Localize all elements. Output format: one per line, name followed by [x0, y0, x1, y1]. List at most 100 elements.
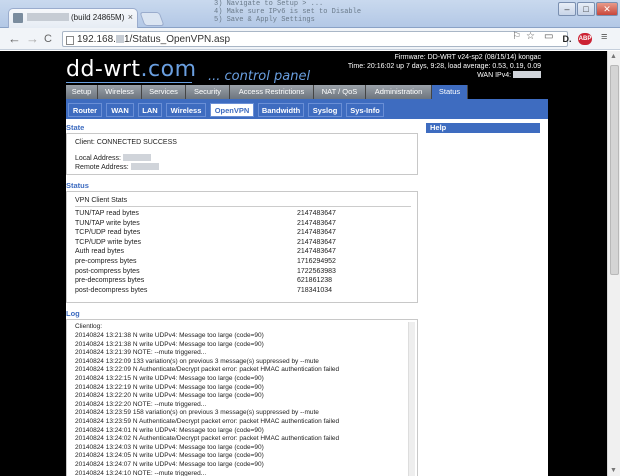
- background-line: 5) Save & Apply Settings: [214, 16, 315, 24]
- log-line: 20140824 13:22:09 133 variation(s) on pr…: [75, 357, 319, 365]
- reload-icon[interactable]: C: [44, 32, 52, 46]
- local-address-label: Local Address:: [75, 155, 121, 162]
- log-line: 20140824 13:24:10 NOTE: --mute triggered…: [75, 469, 207, 476]
- close-window-button[interactable]: ✕: [596, 2, 618, 16]
- stat-value: 1716294952: [297, 258, 336, 265]
- tab-close-icon[interactable]: ×: [128, 12, 133, 22]
- state-fieldset: Client: CONNECTED SUCCESS Local Address:…: [66, 133, 418, 175]
- logo-underline: [66, 82, 192, 83]
- log-line: 20140824 13:24:05 N write UDPv4: Message…: [75, 452, 264, 460]
- stat-value: 2147483647: [297, 219, 336, 227]
- log-line: 20140824 13:22:09 N Authenticate/Decrypt…: [75, 366, 340, 374]
- tab-nat-qos[interactable]: NAT / QoS: [314, 85, 366, 99]
- scroll-down-icon[interactable]: ▼: [610, 467, 617, 474]
- maximize-button[interactable]: □: [577, 2, 595, 16]
- log-line: 20140824 13:24:01 N write UDPv4: Message…: [75, 426, 264, 434]
- log-line: 20140824 13:21:38 N write UDPv4: Message…: [75, 332, 264, 339]
- state-section-title: State: [66, 123, 85, 132]
- wan-ip-text: WAN IPv4:: [348, 71, 541, 80]
- subtab-sysinfo[interactable]: Sys-Info: [346, 103, 384, 117]
- redacted-text: [122, 154, 151, 161]
- stat-value: 718341034: [297, 286, 333, 294]
- subtab-wan[interactable]: WAN: [106, 103, 134, 117]
- stat-label: TCP/UDP read bytes: [75, 229, 141, 237]
- log-line: 20140824 13:24:07 N write UDPv4: Message…: [75, 461, 264, 468]
- page-viewport: dd-wrt.com ... control panel Firmware: D…: [0, 51, 607, 476]
- logo-com: .com: [140, 57, 197, 82]
- log-box[interactable]: Clientlog: 20140824 13:21:38 N write UDP…: [66, 319, 418, 476]
- browser-toolbar: ← → C 192.168. 1/Status_OpenVPN.asp ⚐ ☆ ▭…: [0, 28, 620, 50]
- subtab-lan[interactable]: LAN: [138, 103, 162, 117]
- address-bar[interactable]: 192.168. 1/Status_OpenVPN.asp: [62, 31, 568, 47]
- remote-address: Remote Address:: [75, 163, 159, 171]
- forward-arrow-icon[interactable]: →: [26, 32, 39, 46]
- remote-address-label: Remote Address:: [75, 164, 129, 171]
- log-line: 20140824 13:22:20 N write UDPv4: Message…: [75, 392, 264, 400]
- redacted-text: [27, 13, 69, 21]
- subtab-openvpn[interactable]: OpenVPN: [210, 103, 254, 117]
- stat-label: TUN/TAP read bytes: [75, 210, 139, 217]
- control-panel-label: ... control panel: [208, 69, 311, 84]
- background-line: 3) Navigate to Setup > ...: [214, 0, 324, 8]
- tab-security[interactable]: Security: [186, 85, 230, 99]
- scroll-thumb[interactable]: [610, 65, 619, 275]
- adblock-icon[interactable]: ABP: [578, 33, 592, 45]
- redacted-text: [130, 163, 159, 170]
- extension-icon[interactable]: D.: [560, 33, 574, 45]
- status-fieldset: VPN Client Stats TUN/TAP read bytes 21474…: [66, 191, 418, 303]
- tab-title: (build 24865M): [71, 13, 125, 22]
- redacted-text: [115, 35, 124, 43]
- main-content: State Client: CONNECTED SUCCESS Local Ad…: [66, 119, 548, 476]
- subtab-router[interactable]: Router: [68, 103, 102, 117]
- wan-ip-label: WAN IPv4:: [477, 72, 512, 79]
- log-line: 20140824 13:22:19 N write UDPv4: Message…: [75, 383, 264, 391]
- subtab-bandwidth[interactable]: Bandwidth: [258, 103, 304, 117]
- stat-label: post-compress bytes: [75, 267, 140, 275]
- tab-status[interactable]: Status: [432, 85, 468, 99]
- menu-icon[interactable]: ≡: [601, 31, 607, 43]
- log-line: 20140824 13:22:20 NOTE: --mute triggered…: [75, 400, 207, 408]
- log-line: 20140824 13:22:15 N write UDPv4: Message…: [75, 375, 264, 382]
- new-tab-button[interactable]: [139, 12, 165, 26]
- tab-setup[interactable]: Setup: [66, 85, 98, 99]
- stat-label: pre-decompress bytes: [75, 277, 145, 285]
- background-line: 4) Make sure IPv6 is set to Disable: [214, 8, 362, 16]
- tab-wireless[interactable]: Wireless: [98, 85, 142, 99]
- browser-tab[interactable]: (build 24865M) ×: [8, 8, 138, 28]
- page-scrollbar[interactable]: ▲ ▼: [607, 51, 620, 476]
- tab-access-restrictions[interactable]: Access Restrictions: [230, 85, 314, 99]
- system-info: Firmware: DD-WRT v24-sp2 (08/15/14) kong…: [348, 53, 541, 80]
- tab-administration[interactable]: Administration: [366, 85, 432, 99]
- background-window-text: 3) Navigate to Setup > ... 4) Make sure …: [214, 0, 361, 24]
- tab-services[interactable]: Services: [142, 85, 186, 99]
- divider: [75, 206, 411, 207]
- log-line: 20140824 13:24:02 N Authenticate/Decrypt…: [75, 435, 340, 443]
- subtab-wireless[interactable]: Wireless: [166, 103, 206, 117]
- stat-label: TCP/UDP write bytes: [75, 238, 141, 246]
- subtab-syslog[interactable]: Syslog: [308, 103, 342, 117]
- page-icon: [66, 36, 74, 45]
- redacted-text: [513, 71, 541, 78]
- vpn-stats-header: VPN Client Stats: [75, 197, 128, 204]
- stat-value: 1722563983: [297, 267, 336, 275]
- firmware-text: Firmware: DD-WRT v24-sp2 (08/15/14) kong…: [394, 54, 541, 61]
- star-bookmark-icon[interactable]: ☆: [526, 31, 535, 42]
- scroll-up-icon[interactable]: ▲: [610, 53, 617, 60]
- stat-label: Auth read bytes: [75, 248, 125, 256]
- log-line: 20140824 13:21:39 NOTE: --mute triggered…: [75, 349, 207, 357]
- client-status: Client: CONNECTED SUCCESS: [75, 139, 177, 146]
- log-line: 20140824 13:23:59 158 variation(s) on pr…: [75, 409, 319, 417]
- stat-label: post-decompress bytes: [75, 286, 148, 294]
- uptime-text: Time: 20:16:02 up 7 days, 9:28, load ave…: [347, 63, 541, 70]
- back-arrow-icon[interactable]: ←: [8, 32, 21, 46]
- status-section-title: Status: [66, 181, 89, 190]
- main-tabs: Setup Wireless Services Security Access …: [66, 85, 548, 99]
- log-line: 20140824 13:21:38 N write UDPv4: Message…: [75, 340, 264, 348]
- log-section-title: Log: [66, 309, 80, 318]
- translate-icon[interactable]: ⚐: [512, 31, 521, 42]
- minimize-button[interactable]: –: [558, 2, 576, 16]
- stat-value: 2147483647: [297, 229, 336, 237]
- page-action-icon[interactable]: ▭: [544, 31, 553, 42]
- log-scrollbar[interactable]: [408, 322, 415, 476]
- url-suffix: 1/Status_OpenVPN.asp: [123, 34, 231, 45]
